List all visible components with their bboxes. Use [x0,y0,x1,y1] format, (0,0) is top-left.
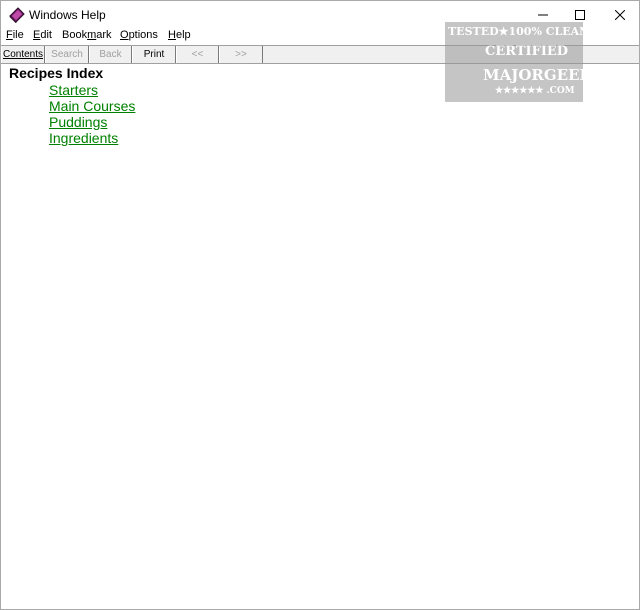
help-book-icon [9,7,25,24]
menu-bookmark-label: ark [96,29,112,41]
close-button[interactable] [598,1,640,28]
maximize-icon [575,9,585,20]
menu-help-label: elp [175,29,191,41]
print-button-label: Print [143,49,165,60]
window-title: Windows Help [29,8,106,22]
menu-file-label: ile [12,29,24,41]
print-button[interactable]: Print [132,46,176,63]
help-topic-pane[interactable]: Recipes Index Starters Main Courses Pudd… [1,64,639,609]
link-ingredients[interactable]: Ingredients [49,130,118,146]
watermark-line-tested: TESTED★100% CLEAN [448,25,590,38]
link-puddings[interactable]: Puddings [49,114,107,130]
topic-heading: Recipes Index [9,65,104,81]
watermark-line-com: ★★★★★★ .COM [495,86,575,96]
link-starters[interactable]: Starters [49,82,98,98]
next-button-label: >> [235,49,247,60]
previous-button[interactable]: << [176,46,219,63]
menu-bookmark[interactable]: Bookmark [62,29,112,41]
search-button[interactable]: Search [45,46,89,63]
contents-button[interactable]: Contents [1,46,45,63]
menu-options[interactable]: Options [120,29,158,41]
menu-help-mnemonic: H [168,29,176,41]
menu-options-label: ptions [128,29,158,41]
close-icon [615,9,625,20]
link-main-courses[interactable]: Main Courses [49,98,135,114]
majorgeeks-watermark: TESTED★100% CLEAN CERTIFIED MAJORGEEKS ★… [445,22,603,102]
menu-bookmark-label-pre: Book [62,29,88,41]
back-button[interactable]: Back [89,46,132,63]
menu-help[interactable]: Help [168,29,191,41]
next-button[interactable]: >> [219,46,263,63]
contents-button-label: Contents [2,49,44,60]
menu-file-mnemonic: F [6,29,13,41]
back-button-label: Back [99,49,122,60]
watermark-line-majorgeeks: MAJORGEEKS [483,66,604,84]
menu-bookmark-mnemonic: m [87,29,97,41]
watermark-line-certified: CERTIFIED [485,44,569,59]
menu-edit[interactable]: Edit [33,29,52,41]
menu-file[interactable]: File [6,29,24,41]
search-button-label: Search [51,49,83,60]
menu-edit-label: dit [40,29,52,41]
menu-options-mnemonic: O [120,29,129,41]
minimize-icon [538,10,548,20]
help-window: Windows Help File Edit Bookmark Options … [0,0,640,610]
previous-button-label: << [191,49,204,60]
